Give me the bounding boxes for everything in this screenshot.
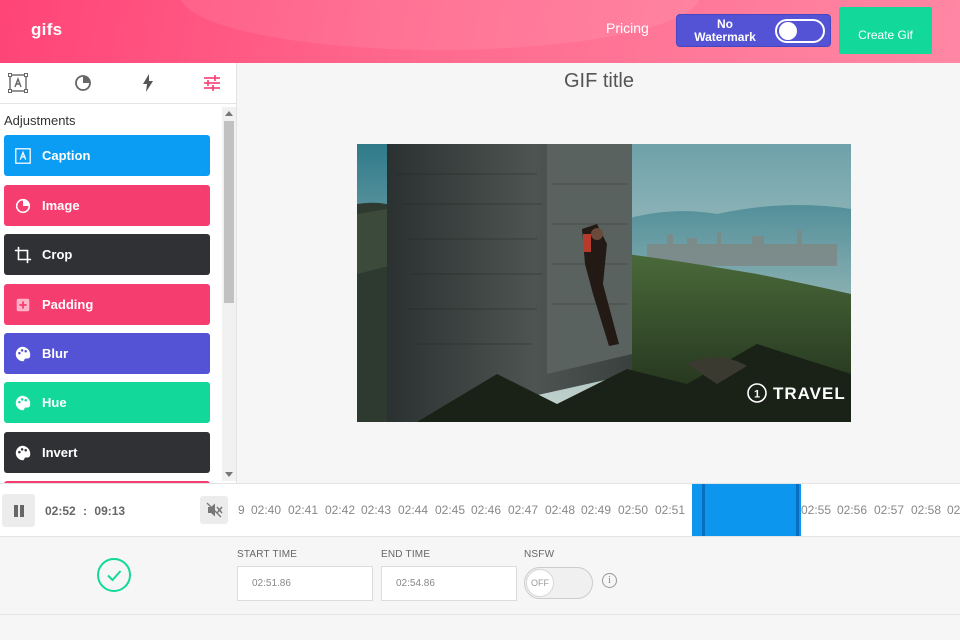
palette-icon — [14, 444, 32, 462]
current-time: 02:52 — [45, 504, 76, 518]
timeline-tick: 02:48 — [545, 503, 576, 517]
adjustment-item-caption[interactable]: Caption — [4, 135, 210, 176]
timeline-tick: 02:40 — [251, 503, 282, 517]
timeline-ticks[interactable]: 9 02:40 02:41 02:42 02:43 02:44 02:45 02… — [238, 484, 960, 536]
scroll-up-arrow[interactable] — [225, 111, 233, 116]
adjustment-item-padding[interactable]: Padding — [4, 284, 210, 325]
timeline-tick: 02:44 — [398, 503, 429, 517]
sliders-icon[interactable] — [202, 73, 222, 93]
timeline-tick: 02:42 — [325, 503, 356, 517]
caption-icon — [14, 147, 32, 165]
palette-icon — [14, 345, 32, 363]
timeline-tick: 02:55 — [801, 503, 832, 517]
watermark-text: TRAVEL — [773, 384, 846, 403]
timeline-tick: 02:58 — [911, 503, 942, 517]
adjustment-item-blur[interactable]: Blur — [4, 333, 210, 374]
switch-knob — [779, 22, 797, 40]
time-separator: : — [83, 504, 88, 518]
timeline-tick: 02:5 — [947, 503, 960, 517]
no-watermark-toggle[interactable]: No Watermark — [676, 14, 831, 47]
adjustment-item-image[interactable]: Image — [4, 185, 210, 226]
checkmark-icon — [107, 570, 122, 582]
nsfw-label: NSFW — [524, 549, 555, 560]
timeline-tick: 02:43 — [361, 503, 392, 517]
nsfw-toggle[interactable]: OFF — [524, 567, 593, 599]
image-icon[interactable] — [73, 73, 93, 93]
timeline-tick: 02:46 — [471, 503, 502, 517]
adjustment-label: Invert — [42, 445, 78, 460]
adjustment-label: Blur — [42, 346, 68, 361]
watermark-number: 1 — [754, 389, 760, 401]
adjustments-heading: Adjustments — [4, 113, 76, 128]
timeline-selection[interactable] — [692, 484, 801, 536]
adjustment-label: Hue — [42, 395, 67, 410]
bottom-strip — [0, 614, 960, 640]
adjustment-item-hue[interactable]: Hue — [4, 382, 210, 423]
pause-icon-bar — [14, 505, 18, 517]
timeline-tick: 9 — [238, 503, 245, 517]
crop-icon — [14, 246, 32, 264]
timeline-tick: 02:50 — [618, 503, 649, 517]
adjustment-label: Image — [42, 198, 80, 213]
playback-time: 02:52 : 09:13 — [45, 504, 125, 518]
timeline-tick: 02:56 — [837, 503, 868, 517]
adjustment-item-crop[interactable]: Crop — [4, 234, 210, 275]
pause-button[interactable] — [2, 494, 35, 527]
no-watermark-label: No Watermark — [694, 17, 756, 44]
timeline-tick: 02:41 — [288, 503, 319, 517]
sidebar-scrollbar[interactable] — [222, 107, 236, 481]
adjustment-label: Padding — [42, 297, 94, 312]
scroll-down-arrow[interactable] — [225, 472, 233, 477]
create-gif-button[interactable]: Create Gif — [839, 7, 932, 54]
timeline-tick: 02:51 — [655, 503, 686, 517]
adjustment-item-invert[interactable]: Invert — [4, 432, 210, 473]
preview-image: 1 TRAVEL — [357, 144, 851, 422]
timeline-tick: 02:57 — [874, 503, 905, 517]
selection-start-handle[interactable] — [702, 484, 705, 536]
left-panel: Adjustments Caption Image Crop Padding B… — [0, 63, 237, 485]
start-time-label: START TIME — [237, 549, 298, 560]
muted-speaker-icon — [206, 502, 223, 518]
confirm-button[interactable] — [97, 558, 131, 592]
start-time-input[interactable] — [237, 566, 373, 601]
total-time: 09:13 — [94, 504, 126, 518]
gif-preview: 1 TRAVEL — [357, 144, 851, 422]
adjustment-label: Crop — [42, 247, 73, 262]
watermark-switch[interactable] — [775, 19, 825, 43]
timeline-tick: 02:45 — [435, 503, 466, 517]
timeline-bar: 02:52 : 09:13 9 02:40 02:41 02:42 02:43 … — [0, 483, 960, 537]
selection-end-handle[interactable] — [796, 484, 799, 536]
logo[interactable]: gifs — [31, 20, 62, 40]
end-time-label: END TIME — [381, 549, 431, 560]
palette-icon — [14, 394, 32, 412]
timeline-tick: 02:47 — [508, 503, 539, 517]
image-icon — [14, 197, 32, 215]
end-time-input[interactable] — [381, 566, 517, 601]
scroll-thumb[interactable] — [224, 121, 234, 303]
timeline-tick: 02:49 — [581, 503, 612, 517]
gif-title[interactable]: GIF title — [238, 70, 960, 93]
panel-tabs — [0, 63, 237, 104]
padding-icon — [14, 296, 32, 314]
info-icon[interactable]: i — [602, 573, 617, 588]
pricing-link[interactable]: Pricing — [606, 20, 649, 36]
nsfw-toggle-state: OFF — [526, 569, 554, 597]
pause-icon-bar — [20, 505, 24, 517]
adjustment-label: Caption — [42, 148, 91, 163]
top-bar: gifs Pricing No Watermark Create Gif — [0, 0, 960, 63]
mute-button[interactable] — [200, 496, 228, 524]
caption-icon[interactable] — [8, 73, 28, 93]
lightning-icon[interactable] — [138, 73, 158, 93]
